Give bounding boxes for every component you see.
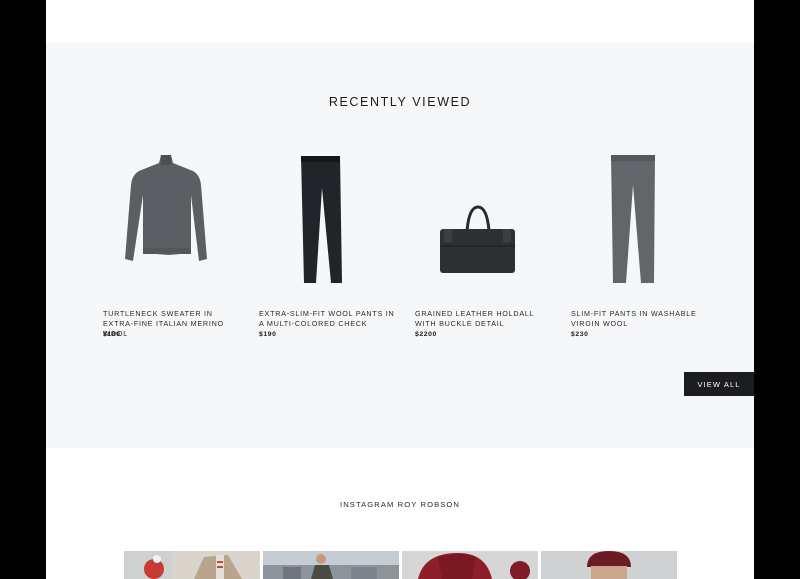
product-name[interactable]: EXTRA-SLIM-FIT WOOL PANTS IN A MULTI-COL…	[259, 309, 401, 329]
product-name[interactable]: TURTLENECK SWEATER IN EXTRA-FINE ITALIAN…	[103, 309, 245, 339]
section-title: RECENTLY VIEWED	[328, 95, 472, 109]
pants-icon	[301, 156, 342, 283]
product-name[interactable]: SLIM-FIT PANTS IN WASHABLE VIRGIN WOOL	[571, 309, 713, 329]
product-image[interactable]	[571, 143, 713, 293]
instagram-photo-4[interactable]	[541, 551, 677, 579]
product-image[interactable]	[415, 143, 557, 293]
product-price: $190	[259, 331, 277, 338]
product-card[interactable]: GRAINED LEATHER HOLDALL WITH BUCKLE DETA…	[415, 143, 557, 338]
instagram-photo-2[interactable]	[263, 551, 399, 579]
bag-icon	[440, 205, 515, 273]
instagram-title[interactable]: INSTAGRAM ROY ROBSON	[46, 500, 754, 509]
product-price: $230	[571, 331, 589, 338]
product-card[interactable]: TURTLENECK SWEATER IN EXTRA-FINE ITALIAN…	[103, 143, 245, 338]
product-price: $180	[103, 331, 121, 338]
pants-icon	[611, 155, 655, 283]
view-all-button[interactable]: VIEW ALL	[684, 372, 754, 396]
product-card[interactable]: EXTRA-SLIM-FIT WOOL PANTS IN A MULTI-COL…	[259, 143, 401, 338]
instagram-photo-3[interactable]	[402, 551, 538, 579]
product-price: $2200	[415, 331, 437, 338]
instagram-photo-1[interactable]	[124, 551, 260, 579]
page: RECENTLY VIEWED TURTLENECK SWEATER IN EX…	[46, 0, 754, 579]
sweater-icon	[125, 155, 207, 261]
product-card[interactable]: SLIM-FIT PANTS IN WASHABLE VIRGIN WOOL $…	[571, 143, 713, 338]
product-name[interactable]: GRAINED LEATHER HOLDALL WITH BUCKLE DETA…	[415, 309, 557, 329]
product-image[interactable]	[259, 143, 401, 293]
recently-viewed-section: RECENTLY VIEWED TURTLENECK SWEATER IN EX…	[46, 43, 754, 448]
product-image[interactable]	[103, 143, 245, 293]
